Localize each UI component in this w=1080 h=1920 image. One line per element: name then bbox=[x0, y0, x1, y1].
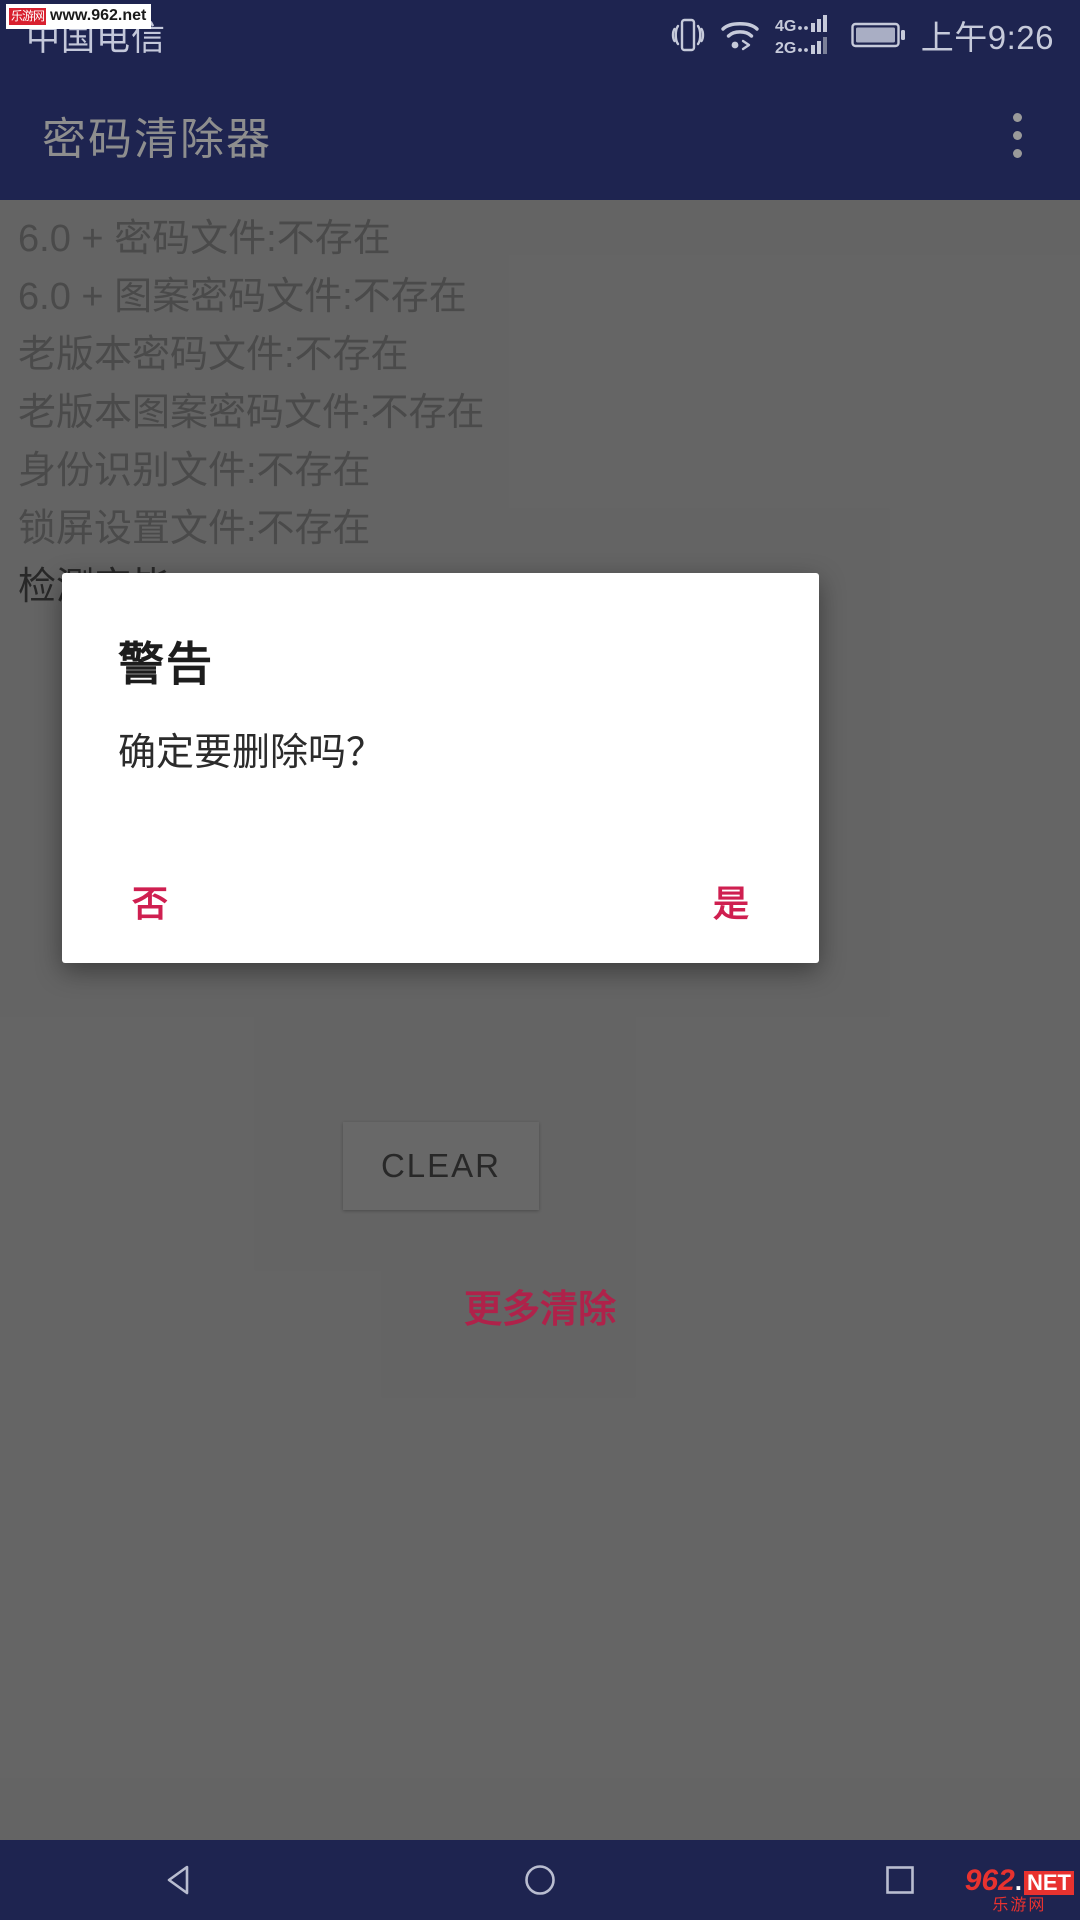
signal-4g-icon: 4G 2G bbox=[775, 14, 837, 56]
menu-dot bbox=[1012, 112, 1022, 122]
svg-text:2G: 2G bbox=[775, 40, 796, 56]
log-line: 6.0 + 密码文件:不存在 bbox=[18, 218, 391, 260]
navigation-bar bbox=[0, 1840, 1080, 1920]
log-line: 老版本图案密码文件:不存在 bbox=[18, 392, 485, 434]
clear-button[interactable]: CLEAR bbox=[343, 1122, 539, 1210]
log-line: 身份识别文件:不存在 bbox=[18, 450, 371, 492]
more-clear-link[interactable]: 更多清除 bbox=[0, 1278, 1080, 1333]
clock-label: 上午9:26 bbox=[920, 19, 1054, 56]
dialog-negative-button[interactable]: 否 bbox=[102, 865, 198, 937]
status-bar: 中国电信 4G 2G 上午9:26 bbox=[0, 0, 1080, 70]
back-triangle-icon bbox=[160, 1860, 200, 1900]
site-badge-dot: . bbox=[1014, 1866, 1022, 1896]
detection-log-list: 6.0 + 密码文件:不存在 6.0 + 图案密码文件:不存在 老版本密码文件:不存… bbox=[18, 200, 1058, 616]
menu-dot bbox=[1012, 130, 1022, 140]
dialog-positive-button[interactable]: 是 bbox=[683, 865, 779, 937]
nav-home-button[interactable] bbox=[480, 1840, 600, 1920]
site-badge: 962 . NET 乐游网 bbox=[965, 1866, 1074, 1914]
svg-text:4G: 4G bbox=[775, 18, 796, 35]
dialog-actions: 否 是 bbox=[62, 865, 819, 937]
log-line: 锁屏设置文件:不存在 bbox=[18, 508, 371, 550]
nav-back-button[interactable] bbox=[120, 1840, 240, 1920]
log-line: 老版本密码文件:不存在 bbox=[18, 334, 409, 376]
recents-square-icon bbox=[880, 1860, 920, 1900]
main-content: 6.0 + 密码文件:不存在 6.0 + 图案密码文件:不存在 老版本密码文件:不存… bbox=[0, 200, 1080, 1840]
dialog-title: 警告 bbox=[118, 638, 214, 690]
dialog-message: 确定要删除吗？ bbox=[118, 732, 385, 774]
log-line: 6.0 + 图案密码文件:不存在 bbox=[18, 276, 467, 318]
site-badge-cn: 乐游网 bbox=[992, 1897, 1047, 1914]
app-bar: 密码清除器 bbox=[0, 70, 1080, 200]
nav-recents-button[interactable] bbox=[840, 1840, 960, 1920]
home-circle-icon bbox=[520, 1860, 560, 1900]
battery-icon bbox=[851, 19, 907, 51]
warning-dialog: 警告 确定要删除吗？ 否 是 bbox=[62, 573, 819, 963]
status-icons-group: 4G 2G 上午9:26 bbox=[671, 11, 1054, 59]
watermark-url: www.962.net bbox=[50, 7, 147, 24]
site-badge-number: 962 bbox=[964, 1864, 1015, 1897]
site-watermark: 乐游网 www.962.net bbox=[6, 4, 152, 29]
menu-dot bbox=[1012, 148, 1022, 158]
overflow-menu-icon[interactable] bbox=[994, 100, 1040, 170]
page-title: 密码清除器 bbox=[42, 115, 272, 164]
site-badge-net: NET bbox=[1024, 1871, 1074, 1895]
watermark-logo: 乐游网 bbox=[9, 7, 47, 25]
wifi-icon bbox=[719, 17, 761, 53]
vibrate-icon bbox=[671, 16, 705, 54]
